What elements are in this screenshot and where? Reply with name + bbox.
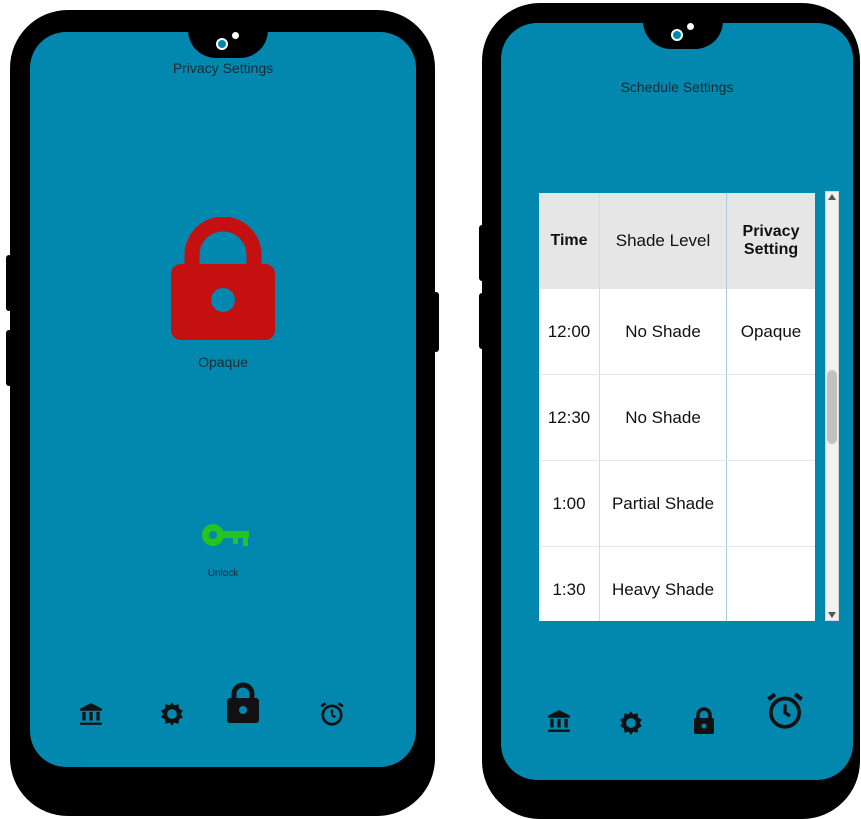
lock-icon[interactable] — [693, 707, 715, 740]
scroll-up-arrow[interactable] — [828, 194, 836, 200]
table-row[interactable]: 12:30 No Shade — [539, 374, 815, 461]
gear-icon[interactable] — [618, 710, 644, 741]
left-screen: Privacy Settings Opaque Unlock — [30, 32, 416, 767]
scroll-down-arrow[interactable] — [828, 612, 836, 618]
page-title: Privacy Settings — [172, 60, 274, 76]
gear-icon[interactable] — [159, 701, 185, 732]
scroll-thumb[interactable] — [827, 370, 837, 444]
alarm-clock-icon[interactable] — [319, 701, 345, 732]
table-row[interactable]: 12:00 No Shade Opaque — [539, 289, 815, 375]
bank-icon[interactable] — [78, 701, 104, 732]
schedule-table: Time Shade Level Privacy Setting 12:00 N… — [539, 193, 815, 621]
side-button — [479, 225, 485, 281]
page-title: Schedule Settings — [620, 79, 734, 95]
unlock-label: Unlock — [207, 568, 239, 579]
side-button — [6, 255, 12, 311]
table-header-privacy: Privacy Setting — [726, 193, 815, 289]
table-header-shade: Shade Level — [599, 193, 727, 289]
table-row[interactable]: 1:30 Heavy Shade — [539, 546, 815, 621]
lock-status-label: Opaque — [198, 354, 248, 370]
table-header-time: Time — [539, 193, 600, 289]
right-phone: Schedule Settings Time Shade Level Priva… — [479, 3, 860, 819]
bank-icon[interactable] — [546, 708, 572, 739]
table-scrollbar[interactable] — [825, 191, 839, 621]
lock-status-icon[interactable] — [170, 216, 276, 343]
side-button — [433, 292, 439, 352]
side-button — [479, 293, 485, 349]
notch — [643, 23, 723, 49]
left-phone: Privacy Settings Opaque Unlock — [6, 10, 439, 816]
right-screen: Schedule Settings Time Shade Level Priva… — [501, 23, 853, 780]
alarm-clock-icon[interactable] — [765, 691, 805, 736]
lock-icon[interactable] — [226, 682, 260, 729]
table-row[interactable]: 1:00 Partial Shade — [539, 460, 815, 547]
key-icon[interactable] — [201, 521, 251, 549]
notch — [188, 32, 268, 58]
side-button — [6, 330, 12, 386]
